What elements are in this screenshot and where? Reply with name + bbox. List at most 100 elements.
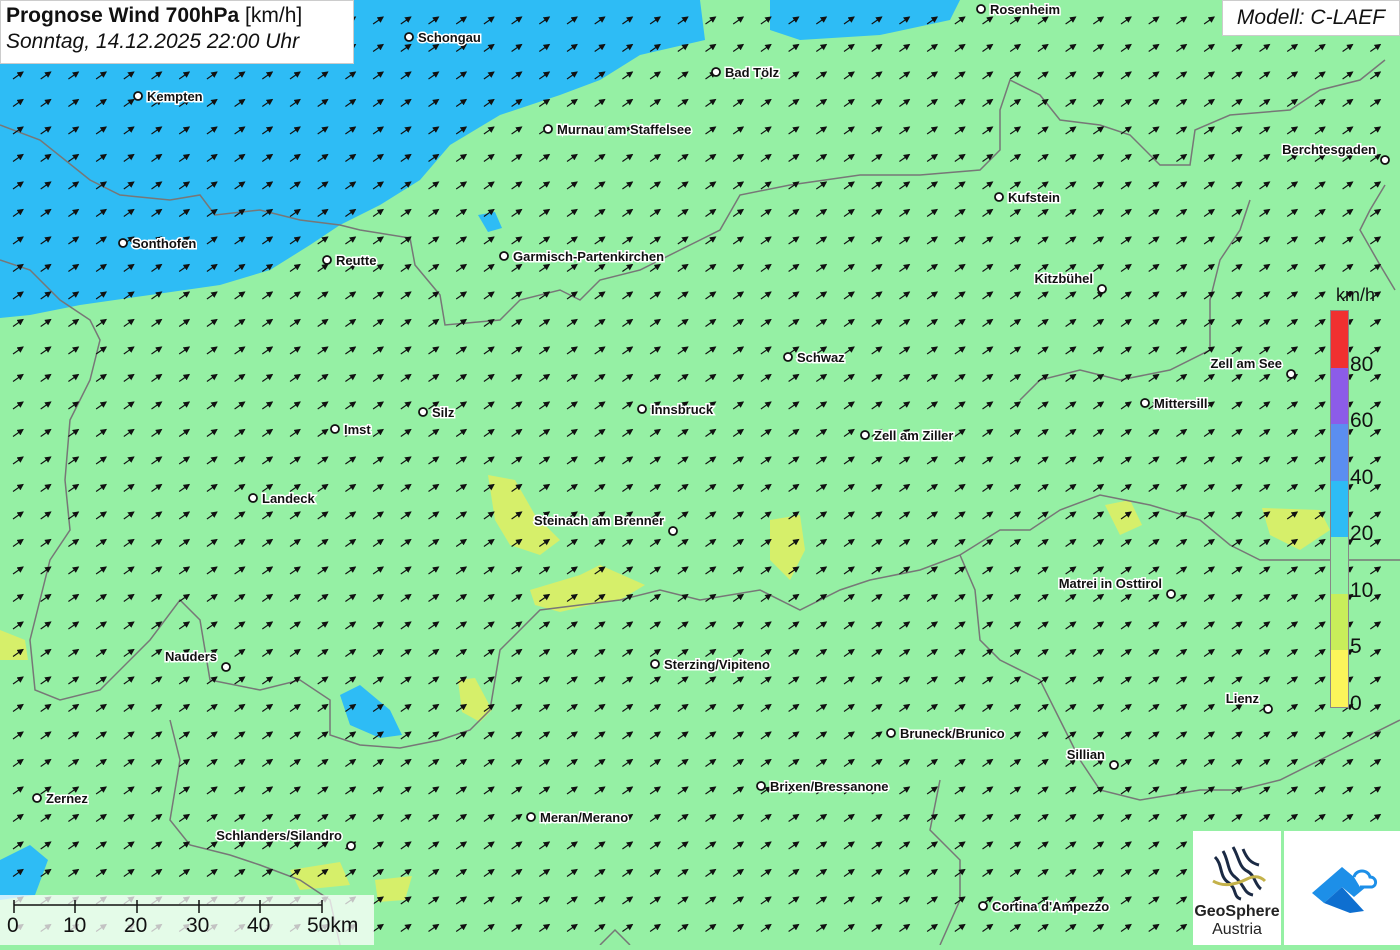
city-marker: Bruneck/Brunico (886, 725, 1006, 743)
legend-label: 60 (1350, 409, 1374, 433)
city-label: Matrei in Osttirol (1059, 576, 1162, 591)
scale-label: 40 (247, 914, 271, 937)
city-dot (499, 251, 509, 261)
city-label: Zell am See (1210, 356, 1282, 371)
city-label: Mittersill (1154, 396, 1207, 411)
city-dot (322, 255, 332, 265)
city-label: Bad Tölz (725, 65, 780, 80)
legend-label: 80 (1350, 352, 1374, 376)
city-label: Bruneck/Brunico (900, 726, 1005, 741)
city-label: Steinach am Brenner (534, 513, 664, 528)
city-label: Zernez (46, 791, 88, 806)
city-label: Meran/Merano (540, 810, 628, 825)
city-dot (346, 841, 356, 851)
city-label: Silz (432, 405, 455, 420)
city-dot (418, 407, 428, 417)
scale-label: 10 (63, 914, 87, 937)
city-label: Cortina d'Ampezzo (992, 899, 1109, 914)
legend-label: 40 (1350, 465, 1374, 489)
city-label: Kitzbühel (1035, 271, 1094, 286)
geosphere-country: Austria (1212, 921, 1262, 938)
city-dot (133, 91, 143, 101)
city-dot (1109, 760, 1119, 770)
legend-swatch (1331, 424, 1348, 481)
city-dot (886, 728, 896, 738)
scale-label: 0 (7, 914, 19, 937)
geosphere-name: GeoSphere (1194, 903, 1280, 920)
city-label: Imst (344, 422, 371, 437)
city-dot (1166, 589, 1176, 599)
city-dot (1263, 704, 1273, 714)
color-legend: km/h 80 60 40 20 10 5 0 (1330, 283, 1386, 715)
legend-label: 20 (1350, 522, 1374, 546)
city-dot (221, 662, 231, 672)
city-marker: Cortina d'Ampezzo (978, 898, 1111, 916)
geosphere-logo[interactable]: GeoSphere Austria (1193, 831, 1281, 945)
city-dot (526, 812, 536, 822)
legend-color-bar (1330, 310, 1349, 708)
city-dot (637, 404, 647, 414)
city-label: Garmisch-Partenkirchen (513, 249, 664, 264)
title-unit: [km/h] (245, 4, 303, 27)
city-label: Brixen/Bressanone (770, 779, 889, 794)
city-marker: Murnau am Staffelsee (543, 121, 693, 139)
city-dot (1286, 369, 1296, 379)
geosphere-emblem-icon (1210, 846, 1267, 901)
city-dot (1380, 155, 1390, 165)
city-marker: Rosenheim (976, 1, 1062, 19)
map-title: Prognose Wind 700hPa [km/h] (6, 4, 348, 28)
city-label: Berchtesgaden (1282, 142, 1376, 157)
city-dot (118, 238, 128, 248)
city-label: Schongau (418, 30, 481, 45)
wind-map[interactable]: Rosenheim Schongau Bad Tölz Kempten Murnau a… (0, 0, 1400, 945)
scale-bar: 0 10 20 30 40 50km (0, 895, 374, 945)
city-marker: Meran/Merano (526, 809, 630, 827)
weather-app-icon (1312, 867, 1378, 913)
city-label: Sillian (1067, 747, 1105, 762)
city-dot (976, 4, 986, 14)
city-label: Nauders (165, 649, 217, 664)
title-box: Prognose Wind 700hPa [km/h] Sonntag, 14.… (0, 0, 354, 64)
city-dot (668, 526, 678, 536)
city-label: Innsbruck (651, 402, 714, 417)
legend-swatch (1331, 593, 1348, 651)
city-label: Murnau am Staffelsee (557, 122, 691, 137)
city-label: Sterzing/Vipiteno (664, 657, 770, 672)
weather-app-logo[interactable] (1284, 831, 1400, 945)
city-marker: Brixen/Bressanone (756, 778, 890, 796)
city-label: Zell am Ziller (874, 428, 953, 443)
city-dot (330, 424, 340, 434)
city-label: Sonthofen (132, 236, 196, 251)
city-dot (1097, 284, 1107, 294)
title-main: Prognose Wind 700hPa (6, 4, 240, 27)
city-dot (32, 793, 42, 803)
scale-label: 50km (307, 914, 359, 937)
scale-label: 30 (186, 914, 210, 937)
legend-swatch (1331, 311, 1348, 368)
city-label: Rosenheim (990, 2, 1060, 17)
legend-label: 0 (1350, 692, 1362, 715)
legend-swatch (1331, 537, 1348, 594)
city-label: Reutte (336, 253, 376, 268)
city-dot (543, 124, 553, 134)
model-label: Modell: C-LAEF (1222, 0, 1400, 36)
city-label: Schwaz (797, 350, 845, 365)
city-dot (978, 901, 988, 911)
city-dot (860, 430, 870, 440)
city-label: Kempten (147, 89, 203, 104)
city-dot (1140, 398, 1150, 408)
city-marker: Zell am Ziller (860, 427, 955, 445)
city-dot (783, 352, 793, 362)
legend-unit: km/h (1336, 285, 1376, 305)
city-label: Kufstein (1008, 190, 1060, 205)
city-marker: Sterzing/Vipiteno (650, 656, 771, 674)
city-marker: Garmisch-Partenkirchen (499, 248, 666, 266)
legend-label: 10 (1350, 578, 1374, 602)
city-dot (248, 493, 258, 503)
city-dot (404, 32, 414, 42)
city-label: Landeck (262, 491, 316, 506)
city-label: Lienz (1226, 691, 1260, 706)
legend-swatch (1331, 650, 1348, 707)
city-dot (994, 192, 1004, 202)
scale-label: 20 (124, 914, 148, 937)
